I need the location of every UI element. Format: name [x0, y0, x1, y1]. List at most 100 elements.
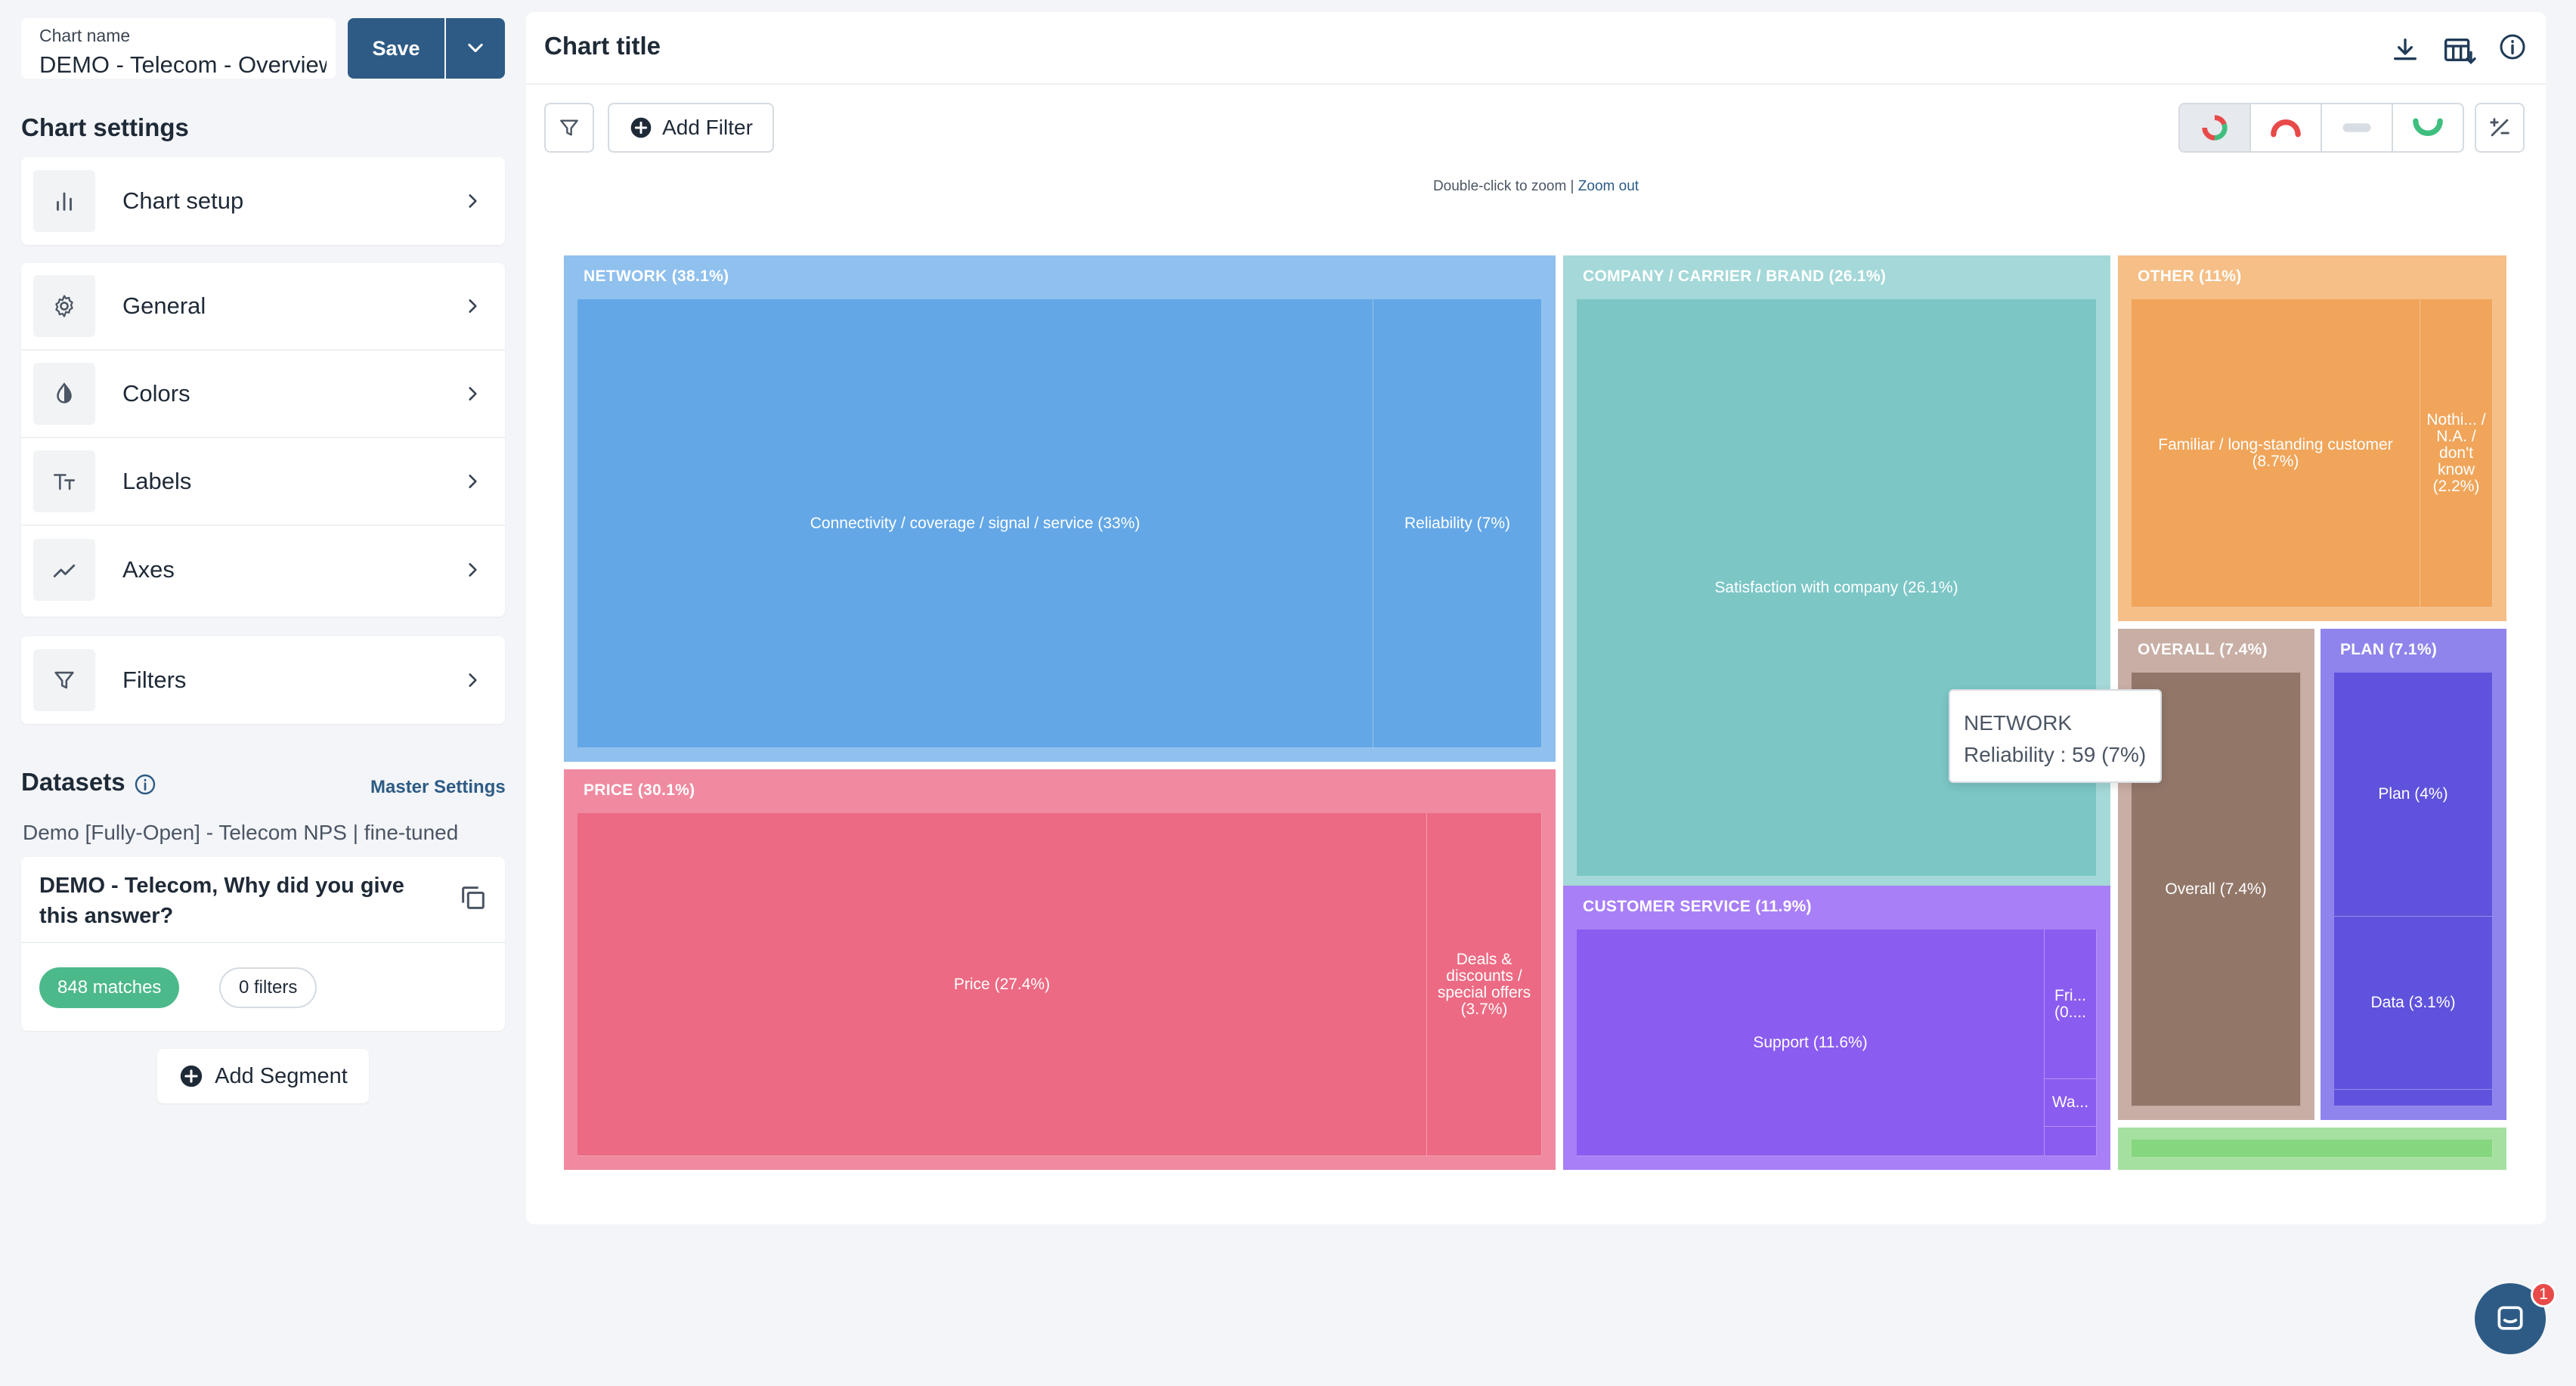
menu-item-axes[interactable]: Axes — [21, 526, 505, 614]
add-segment-button[interactable]: Add Segment — [157, 1049, 369, 1103]
dataset-card: DEMO - Telecom, Why did you give this an… — [21, 857, 505, 1031]
treemap-leaf-label: Satisfaction with company (26.1%) — [1714, 578, 1958, 596]
text-size-icon — [33, 450, 95, 512]
menu-item-labels[interactable]: Labels — [21, 438, 505, 526]
negative-arc-icon — [2271, 119, 2301, 138]
tooltip-detail: Reliability : 59 (7%) — [1964, 743, 2147, 766]
chevron-right-icon — [469, 194, 477, 208]
settings-card-main: General Colors Labels Axes — [21, 263, 505, 617]
zoom-out-link[interactable]: Zoom out — [1578, 178, 1639, 194]
menu-item-chart-setup[interactable]: Chart setup — [21, 157, 505, 245]
add-filter-button[interactable]: Add Filter — [608, 103, 774, 153]
treemap-leaf[interactable]: Deals & discounts / special offers (3.7%… — [1427, 813, 1542, 1156]
treemap-group-label: PRICE (30.1%) — [584, 781, 695, 799]
add-segment-label: Add Segment — [215, 1063, 348, 1088]
treemap-group[interactable] — [2118, 1128, 2506, 1170]
menu-item-filters[interactable]: Filters — [21, 636, 505, 724]
sentiment-toggle-group — [2178, 103, 2464, 153]
datasets-title: Datasets — [21, 768, 125, 796]
treemap-leaf[interactable] — [2132, 1140, 2493, 1158]
treemap-leaf[interactable]: Support (11.6%) — [1577, 930, 2045, 1156]
dataset-name: Demo [Fully-Open] - Telecom NPS | fine-t… — [23, 821, 459, 844]
percentage-toggle[interactable] — [2475, 103, 2525, 153]
treemap-leaf[interactable]: Plan (4%) — [2334, 673, 2493, 917]
download-icon[interactable] — [2390, 35, 2420, 65]
treemap-group-label: OTHER (11%) — [2138, 268, 2242, 285]
menu-label: Chart setup — [122, 187, 244, 214]
treemap-group[interactable]: PLAN (7.1%) Plan (4%) Data (3.1%) — [2321, 629, 2506, 1120]
chart-name-field[interactable]: Chart name DEMO - Telecom - Overview — [21, 18, 336, 79]
menu-label: Filters — [122, 667, 187, 693]
menu-label: Axes — [122, 556, 175, 583]
droplet-icon — [33, 363, 95, 425]
treemap-leaf-remainder[interactable] — [2334, 1090, 2493, 1106]
chart-tooltip: NETWORK Reliability : 59 (7%) — [1949, 689, 2162, 783]
treemap-group[interactable]: NETWORK (38.1%) Connectivity / coverage /… — [564, 255, 1556, 762]
treemap-leaf-label: Nothi... / N.A. / don't know (2.2%) — [2426, 410, 2486, 495]
positive-arc-icon — [2413, 118, 2443, 136]
funnel-icon — [560, 119, 578, 136]
chart-title[interactable]: Chart title — [544, 32, 661, 60]
chevron-right-icon — [469, 673, 477, 687]
treemap-group-label: PLAN (7.1%) — [2340, 641, 2438, 658]
menu-item-general[interactable]: General — [21, 263, 505, 351]
treemap-leaf[interactable]: Nothi... / N.A. / don't know (2.2%) — [2420, 299, 2493, 608]
filter-button[interactable] — [544, 103, 594, 153]
copy-icon[interactable] — [458, 883, 488, 913]
treemap-group-label: CUSTOMER SERVICE (11.9%) — [1583, 898, 1812, 915]
sentiment-all-toggle[interactable] — [2180, 104, 2251, 151]
zoom-hint-text: Double-click to zoom | — [1432, 178, 1574, 194]
chevron-down-icon — [468, 43, 483, 53]
settings-card-setup: Chart setup — [21, 157, 505, 245]
tooltip-group: NETWORK — [1964, 711, 2073, 735]
settings-card-filters: Filters — [21, 636, 505, 724]
percent-icon — [2490, 118, 2509, 137]
treemap-group-label: OVERALL (7.4%) — [2138, 641, 2268, 658]
trend-line-icon — [33, 539, 95, 601]
treemap-leaf[interactable]: Wa... — [2045, 1079, 2097, 1127]
treemap-leaf-label: Data (3.1%) — [2370, 994, 2456, 1011]
master-settings-link[interactable]: Master Settings — [370, 777, 506, 798]
chart-settings-title: Chart settings — [21, 113, 189, 141]
treemap-leaf-label: Connectivity / coverage / signal / servi… — [810, 514, 1141, 532]
save-options-button[interactable] — [446, 18, 505, 79]
treemap-leaf[interactable]: Satisfaction with company (26.1%) — [1577, 299, 2097, 877]
treemap-leaf-label: Fri... (0.... — [2054, 986, 2086, 1021]
treemap-leaf[interactable]: Data (3.1%) — [2334, 917, 2493, 1090]
chat-icon — [2497, 1306, 2523, 1330]
chart-panel: Chart title Add Filter Double-click to z… — [526, 12, 2546, 1224]
dataset-question: DEMO - Telecom, Why did you give this an… — [39, 874, 404, 928]
chart-name-input[interactable]: DEMO - Telecom - Overview — [39, 51, 327, 79]
treemap-group[interactable]: PRICE (30.1%) Price (27.4%) Deals & discou… — [564, 769, 1556, 1170]
plus-circle-icon — [180, 1065, 203, 1087]
sentiment-positive-toggle[interactable] — [2393, 104, 2463, 151]
treemap-leaf[interactable]: Fri... (0.... — [2045, 930, 2097, 1079]
chevron-right-icon — [469, 299, 477, 313]
treemap-group[interactable]: OTHER (11%) Familiar / long-standing cust… — [2118, 255, 2506, 621]
menu-label: Labels — [122, 468, 192, 494]
treemap-leaf[interactable]: Reliability (7%) — [1373, 299, 1542, 748]
save-button[interactable]: Save — [348, 18, 444, 79]
matches-badge[interactable]: 848 matches — [39, 967, 180, 1008]
menu-item-colors[interactable]: Colors — [21, 351, 505, 438]
chevron-right-icon — [469, 475, 477, 488]
treemap-group[interactable]: COMPANY / CARRIER / BRAND (26.1%) Satisfa… — [1563, 255, 2110, 890]
treemap-group[interactable]: CUSTOMER SERVICE (11.9%) Support (11.6%) F… — [1563, 886, 2110, 1170]
info-icon[interactable] — [133, 772, 157, 797]
treemap-leaf-label: Reliability (7%) — [1404, 514, 1511, 532]
table-export-icon[interactable] — [2443, 35, 2476, 65]
chevron-right-icon — [469, 387, 477, 401]
filters-badge[interactable]: 0 filters — [219, 967, 317, 1008]
treemap-leaf[interactable]: Price (27.4%) — [577, 813, 1427, 1156]
sentiment-neutral-toggle[interactable] — [2322, 104, 2393, 151]
sentiment-negative-toggle[interactable] — [2251, 104, 2322, 151]
treemap-leaf-label: Price (27.4%) — [953, 975, 1051, 993]
divider — [21, 942, 505, 943]
treemap-leaf[interactable]: Familiar / long-standing customer (8.7%) — [2132, 299, 2420, 608]
notification-badge: 1 — [2531, 1282, 2556, 1307]
treemap-leaf-remainder[interactable] — [2045, 1127, 2097, 1156]
donut-sentiment-icon — [2202, 115, 2228, 141]
info-icon[interactable] — [2497, 32, 2528, 62]
treemap-leaf[interactable]: Connectivity / coverage / signal / servi… — [577, 299, 1373, 748]
treemap-group-label: COMPANY / CARRIER / BRAND (26.1%) — [1583, 268, 1887, 285]
